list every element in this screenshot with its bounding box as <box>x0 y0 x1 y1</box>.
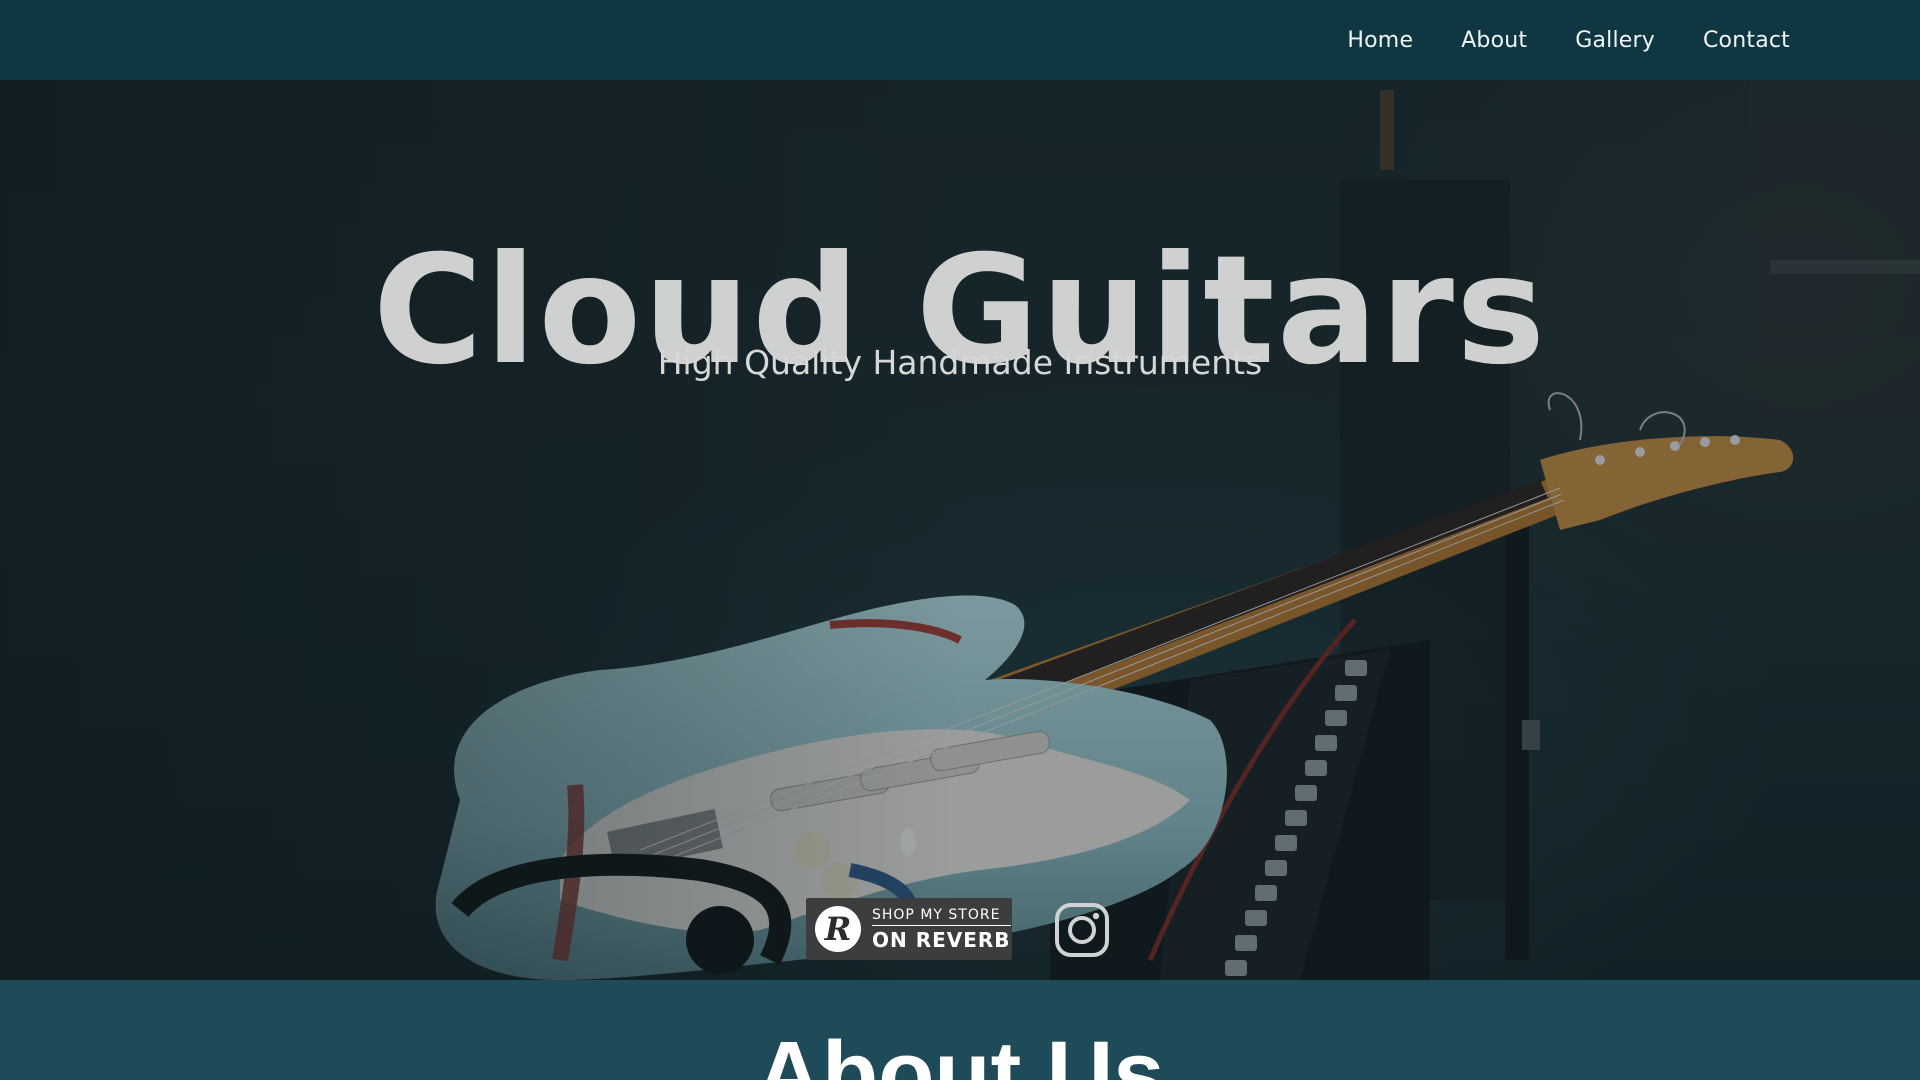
nav-menu: Home About Gallery Contact <box>1347 0 1790 80</box>
about-section: About Us <box>0 980 1920 1080</box>
instagram-link[interactable] <box>1054 902 1110 958</box>
nav-link-contact[interactable]: Contact <box>1703 28 1790 53</box>
nav-link-gallery[interactable]: Gallery <box>1575 28 1655 53</box>
reverb-badge-line2: ON REVERB <box>872 927 1011 952</box>
reverb-badge-text: SHOP MY STORE ON REVERB <box>872 907 1011 952</box>
reverb-badge-line1: SHOP MY STORE <box>872 907 1011 926</box>
reverb-store-button[interactable]: R SHOP MY STORE ON REVERB <box>806 898 1012 960</box>
nav-link-about[interactable]: About <box>1461 28 1527 53</box>
navbar: Home About Gallery Contact <box>0 0 1920 80</box>
nav-link-home[interactable]: Home <box>1347 28 1413 53</box>
hero-section: Cloud Guitars High Quality Handmade Inst… <box>0 80 1920 980</box>
hero-background-image <box>0 80 1920 980</box>
instagram-icon <box>1055 903 1109 957</box>
reverb-logo-icon: R <box>815 906 861 952</box>
site-tagline: High Quality Handmade Instruments <box>657 343 1263 382</box>
page: Home About Gallery Contact Cloud Guitars… <box>0 0 1920 1080</box>
about-heading: About Us <box>755 1023 1165 1080</box>
